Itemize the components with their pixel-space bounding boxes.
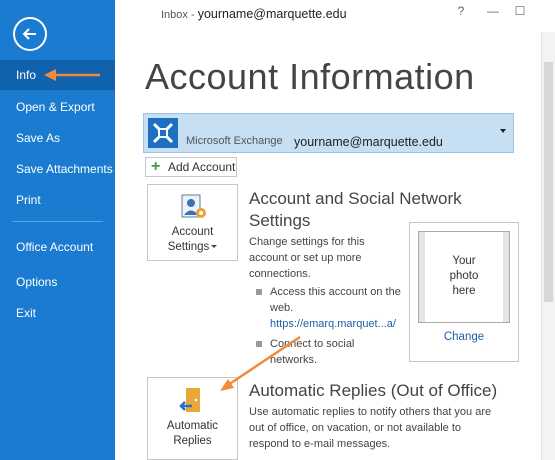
window-title-email: yourname@marquette.edu [197,7,347,21]
account-type-label: Microsoft Exchange [186,135,283,147]
automatic-replies-button[interactable]: Automatic Replies [147,377,238,460]
sidebar-item-print[interactable]: Print [0,185,115,215]
web-access-text-1: Access this account on the [270,286,401,298]
maximize-button[interactable]: ☐ [513,4,527,18]
automatic-replies-label-1: Automatic [166,420,219,432]
account-settings-title-2: Settings [249,211,311,230]
chevron-down-icon [211,245,218,249]
plus-icon: + [151,158,161,175]
window-title-prefix: Inbox - [161,9,198,21]
back-arrow-icon [22,28,36,40]
add-account-button[interactable]: + Add Account [145,157,237,177]
back-button[interactable] [13,17,47,51]
account-settings-label-2: Settings [148,241,237,253]
sidebar-item-office-account[interactable]: Office Account [0,232,115,262]
account-settings-label-1: Account [171,226,214,238]
sidebar-item-exit[interactable]: Exit [0,298,115,328]
backstage-sidebar: Info Open & Export Save As Save Attachme… [0,0,115,460]
owa-link[interactable]: https://emarq.marquet...a/ [270,318,396,330]
page-title: Account Information [145,56,475,97]
account-settings-title-1: Account and Social Network [249,189,462,208]
account-email: yourname@marquette.edu [294,135,443,149]
automatic-replies-icon [179,388,200,412]
exchange-icon [148,118,178,148]
account-settings-desc-2: account or set up more [249,252,362,264]
profile-photo-frame: Your photo here Change [409,222,519,362]
sidebar-item-info[interactable]: Info [0,60,115,90]
sidebar-item-save-as[interactable]: Save As [0,123,115,153]
sidebar-divider [12,221,103,222]
window-title: Inbox - yourname@marquette.edu [161,7,347,21]
automatic-replies-desc-1: Use automatic replies to notify others t… [249,406,492,418]
automatic-replies-title: Automatic Replies (Out of Office) [249,381,498,400]
add-account-label: Add Account [168,160,236,174]
account-settings-button[interactable]: Account Settings [147,184,238,261]
automatic-replies-desc-2: out of office, on vacation, or not avail… [249,422,461,434]
automatic-replies-label-2: Replies [173,435,212,447]
sidebar-item-open-export[interactable]: Open & Export [0,92,115,122]
account-settings-desc-3: connections. [249,268,311,280]
minimize-button[interactable]: — [486,4,500,18]
sidebar-item-options[interactable]: Options [0,267,115,297]
social-networks-text-1: Connect to social [270,338,355,350]
account-settings-icon [181,194,206,218]
scrollbar-thumb[interactable] [544,62,553,302]
help-button[interactable]: ? [454,4,468,18]
vertical-scrollbar[interactable] [541,32,555,460]
bullet-icon [256,289,262,295]
social-networks-text-2: networks. [270,354,318,366]
automatic-replies-desc-3: respond to e-mail messages. [249,438,391,450]
profile-photo[interactable]: Your photo here [418,231,510,323]
bullet-icon [256,341,262,347]
change-photo-link[interactable]: Change [410,331,518,343]
title-bar: Inbox - yourname@marquette.edu ? — ☐ [115,0,555,26]
sidebar-item-save-attachments[interactable]: Save Attachments [0,154,115,184]
photo-placeholder-text: Your photo here [449,255,479,297]
account-settings-desc-1: Change settings for this [249,236,365,248]
chevron-down-icon [500,129,506,133]
account-selector[interactable]: Microsoft Exchange yourname@marquette.ed… [143,113,514,153]
web-access-text-2: web. [270,302,294,314]
